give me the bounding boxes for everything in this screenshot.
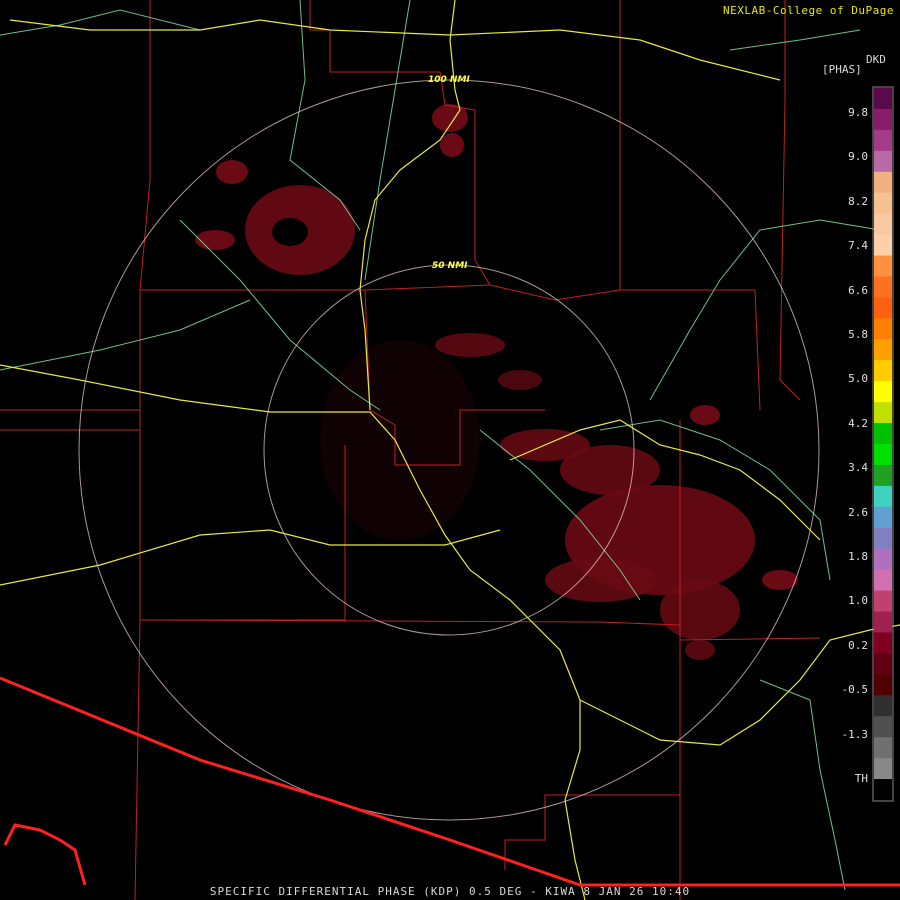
legend-unit-top: DKD (866, 53, 886, 66)
credit-label: NEXLAB-College of DuPage (723, 4, 894, 17)
legend-swatch (874, 192, 892, 215)
legend-swatch (874, 444, 892, 466)
legend-tick-label: TH (854, 772, 868, 785)
legend-tick-label: 9.0 (848, 150, 868, 164)
legend-swatch (874, 464, 892, 487)
legend-swatch (874, 213, 892, 236)
legend-swatch (874, 569, 892, 592)
legend-tick-label: 1.0 (848, 594, 868, 608)
legend-swatch (874, 381, 892, 403)
legend-color-bar (872, 86, 894, 802)
legend-tick-label: -0.5 (841, 683, 869, 697)
legend-swatch (874, 758, 892, 780)
legend-tick-label: 7.4 (848, 239, 868, 253)
legend-swatch (874, 506, 892, 529)
legend-swatch (874, 402, 892, 424)
legend-swatch (874, 423, 892, 445)
legend-swatch (874, 590, 892, 613)
legend-swatch (874, 129, 892, 152)
legend-tick-label: 6.6 (848, 283, 868, 297)
legend-tick-label: 1.8 (848, 550, 868, 563)
legend-tick-label: 5.8 (848, 328, 868, 341)
legend-tick-label: 4.2 (848, 416, 868, 430)
legend-tick-label: 3.4 (848, 461, 868, 475)
legend-tick-label: 2.6 (848, 505, 868, 519)
legend-swatch (874, 171, 892, 194)
legend-unit-sub: [PHAS] (822, 63, 862, 76)
legend-swatch (874, 318, 892, 340)
legend-swatch (874, 255, 892, 277)
ring-label-50: 50 NMI (432, 261, 468, 271)
legend-swatch (874, 297, 892, 319)
legend-swatch (874, 695, 892, 717)
legend-swatch (874, 276, 892, 298)
legend-swatch (874, 234, 892, 257)
legend-swatch (874, 108, 892, 131)
legend-swatch (874, 779, 892, 801)
product-caption: SPECIFIC DIFFERENTIAL PHASE (KDP) 0.5 DE… (209, 885, 691, 898)
legend-tick-label: -1.3 (841, 727, 869, 741)
legend-swatch (874, 527, 892, 550)
legend-swatch (874, 88, 892, 110)
legend-swatch (874, 737, 892, 759)
legend-swatch (874, 548, 892, 571)
legend-swatch (874, 653, 892, 675)
legend-swatch (874, 716, 892, 738)
legend-tick-label: 9.8 (848, 106, 868, 119)
legend-tick-label: 0.2 (848, 638, 868, 652)
legend-swatch (874, 674, 892, 696)
legend-tick-label: 5.0 (848, 372, 868, 386)
legend-swatch (874, 632, 892, 654)
legend-swatch (874, 611, 892, 633)
radar-map: 100 NMI 50 NMI (0, 0, 900, 900)
legend-swatch (874, 360, 892, 382)
legend-swatch (874, 485, 892, 508)
legend-swatch (874, 339, 892, 361)
legend-tick-label: 8.2 (848, 194, 868, 208)
legend-swatch (874, 150, 892, 173)
ring-label-100: 100 NMI (428, 75, 470, 85)
